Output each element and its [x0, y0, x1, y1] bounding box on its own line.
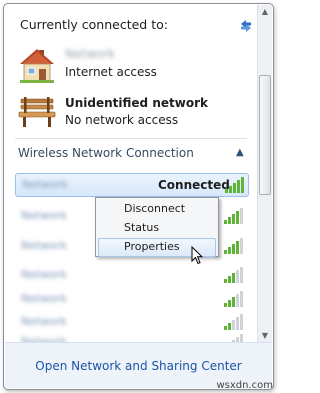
menu-item-disconnect[interactable]: Disconnect: [98, 200, 216, 219]
wifi-network-name: Network: [21, 315, 67, 328]
watermark: wsxdn.com: [216, 380, 273, 391]
menu-item-status[interactable]: Status: [98, 219, 216, 238]
wifi-network-name: Network: [22, 178, 68, 191]
connection-status: No network access: [65, 113, 179, 127]
wifi-network-row[interactable]: Network Connected: [15, 173, 249, 197]
signal-strength-icon: [224, 238, 243, 254]
network-flyout: Currently connected to: Network Internet…: [3, 3, 274, 390]
signal-strength-icon: [224, 267, 243, 283]
connection-name[interactable]: Network: [65, 47, 115, 61]
wifi-network-row[interactable]: Network: [15, 288, 249, 312]
bench-icon: [18, 97, 56, 127]
connection-status: Internet access: [65, 65, 157, 79]
scroll-up-icon[interactable]: ▲: [258, 5, 272, 19]
open-network-sharing-center-link[interactable]: Open Network and Sharing Center: [5, 359, 272, 373]
mouse-cursor-icon: [191, 246, 203, 265]
scroll-down-icon[interactable]: ▼: [258, 329, 272, 343]
vertical-scrollbar[interactable]: ▲ ▼: [257, 5, 272, 343]
chevron-up-icon[interactable]: ▲: [236, 147, 244, 158]
section-divider: [15, 138, 247, 139]
wifi-network-row[interactable]: Network: [15, 264, 249, 288]
wifi-network-name: Network: [21, 209, 67, 222]
refresh-icon[interactable]: [237, 17, 255, 35]
wifi-network-name: Network: [21, 239, 67, 252]
connection-name[interactable]: Unidentified network: [65, 96, 208, 110]
network-list-area: Currently connected to: Network Internet…: [5, 5, 258, 343]
wifi-network-name: Network: [21, 292, 67, 305]
scrollbar-thumb[interactable]: [259, 75, 271, 195]
house-icon: [20, 49, 54, 83]
wifi-network-name: Network: [21, 268, 67, 281]
signal-strength-icon: [224, 208, 243, 224]
signal-strength-icon: [225, 177, 244, 193]
signal-strength-icon: [224, 314, 243, 330]
wireless-section-title[interactable]: Wireless Network Connection: [18, 146, 194, 160]
wifi-connected-label: Connected: [158, 178, 230, 192]
signal-strength-icon: [224, 291, 243, 307]
currently-connected-title: Currently connected to:: [20, 17, 168, 32]
